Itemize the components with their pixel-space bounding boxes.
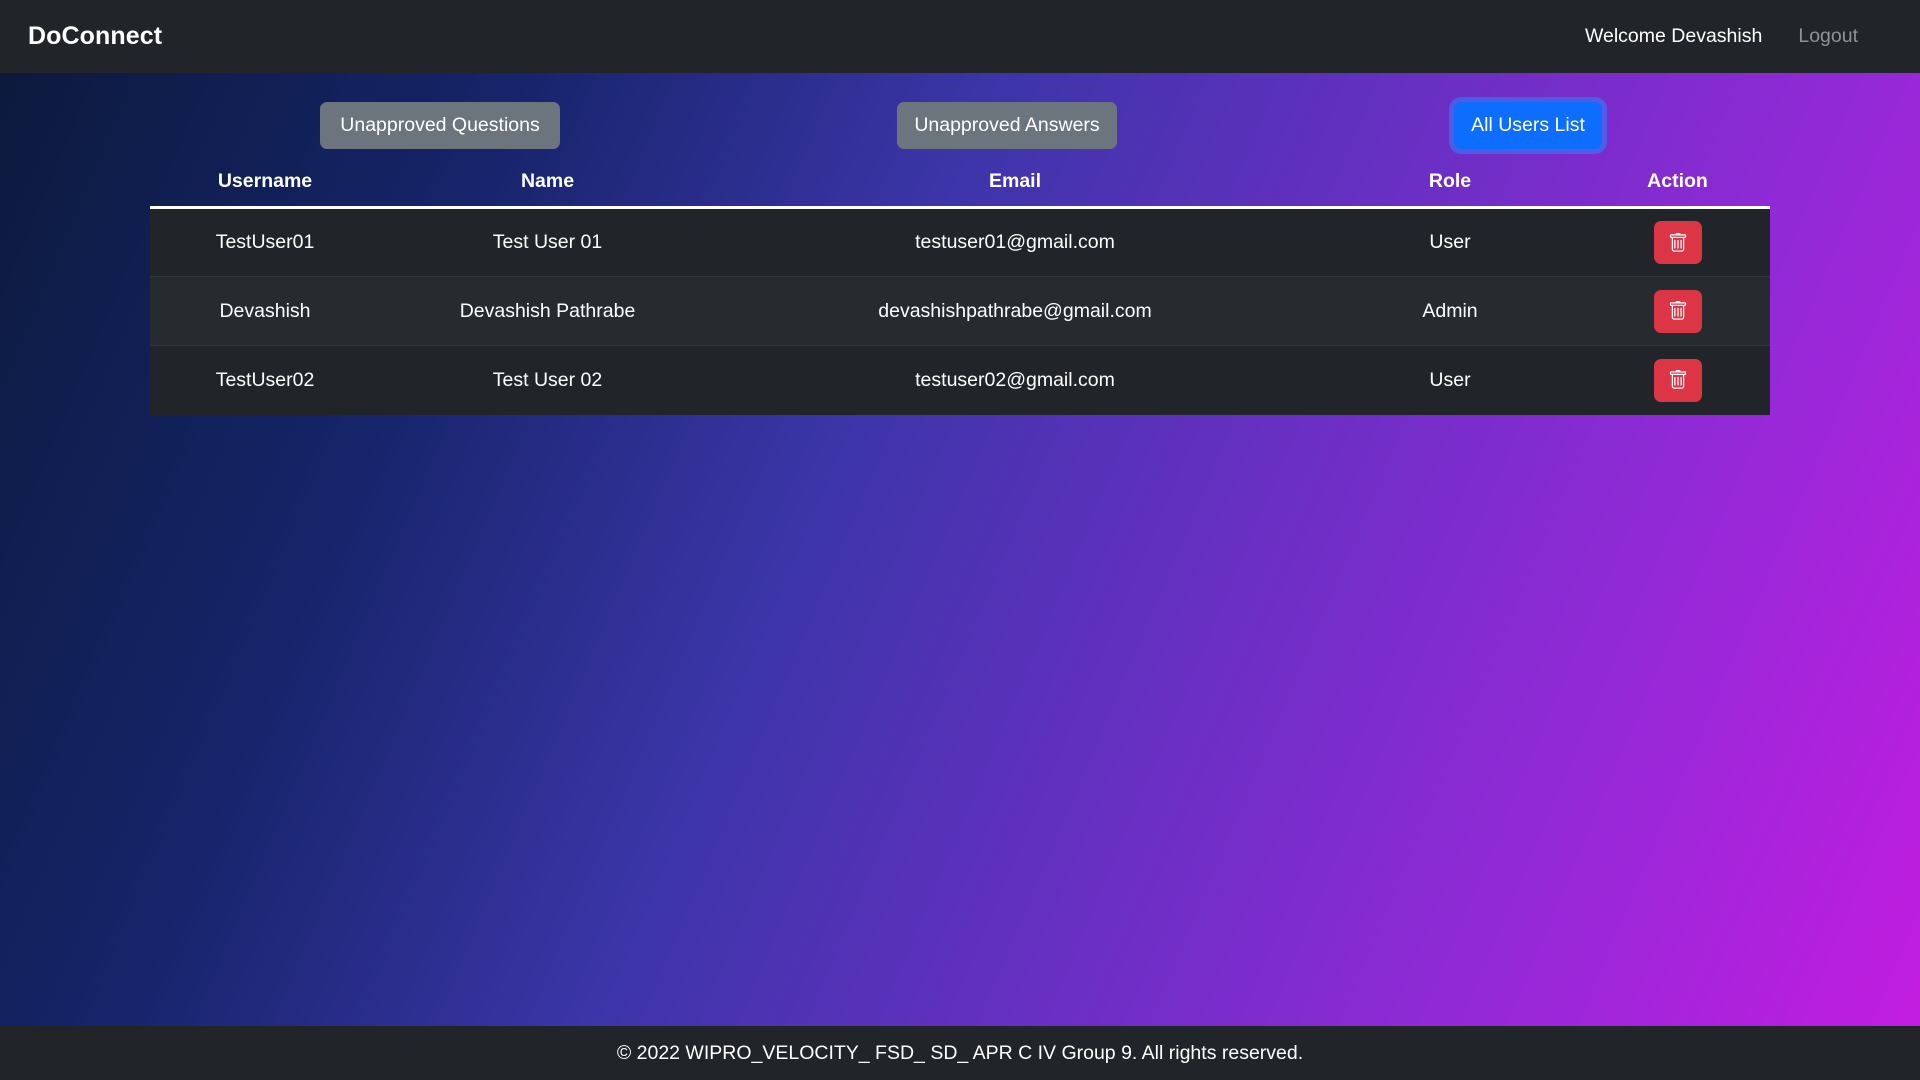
user-cell-name: Devashish Pathrabe xyxy=(380,276,715,346)
user-cell-role: Admin xyxy=(1315,276,1585,346)
admin-toolbar: Unapproved Questions Unapproved Answers … xyxy=(0,102,1920,152)
column-header-username: Username xyxy=(150,170,380,209)
table-row: Devashish Devashish Pathrabe devashishpath… xyxy=(150,276,1770,346)
user-cell-name: Test User 01 xyxy=(380,207,715,277)
unapproved-questions-button[interactable]: Unapproved Questions xyxy=(320,102,560,149)
logout-link[interactable]: Logout xyxy=(1798,25,1858,48)
navbar-right-group: Welcome Devashish Logout xyxy=(1585,25,1858,48)
page-footer: © 2022 WIPRO_VELOCITY_ FSD_ SD_ APR C IV… xyxy=(0,1026,1920,1080)
trash-icon xyxy=(1668,301,1688,321)
users-table-container: Username Name Email Role Action TestUser… xyxy=(150,170,1770,415)
footer-copyright-text: © 2022 WIPRO_VELOCITY_ FSD_ SD_ APR C IV… xyxy=(616,1041,1304,1064)
user-cell-role: User xyxy=(1315,207,1585,277)
user-cell-action xyxy=(1585,345,1770,415)
user-cell-name: Test User 02 xyxy=(380,345,715,415)
table-header-row: Username Name Email Role Action xyxy=(150,170,1770,209)
trash-icon xyxy=(1668,370,1688,390)
top-navbar: DoConnect Welcome Devashish Logout xyxy=(0,0,1920,73)
user-cell-action xyxy=(1585,207,1770,277)
table-row: TestUser01 Test User 01 testuser01@gmail.c… xyxy=(150,207,1770,277)
user-cell-email: devashishpathrabe@gmail.com xyxy=(715,276,1315,346)
delete-user-button[interactable] xyxy=(1653,289,1702,333)
users-table: Username Name Email Role Action TestUser… xyxy=(150,170,1770,415)
all-users-list-button[interactable]: All Users List xyxy=(1454,102,1602,149)
column-header-name: Name xyxy=(380,170,715,209)
user-cell-username: Devashish xyxy=(150,276,380,346)
column-header-role: Role xyxy=(1315,170,1585,209)
user-cell-username: TestUser01 xyxy=(150,207,380,277)
column-header-email: Email xyxy=(715,170,1315,209)
user-cell-username: TestUser02 xyxy=(150,345,380,415)
table-row: TestUser02 Test User 02 testuser02@gmail.c… xyxy=(150,345,1770,415)
unapproved-answers-button[interactable]: Unapproved Answers xyxy=(897,102,1117,149)
brand-logo[interactable]: DoConnect xyxy=(28,22,162,51)
delete-user-button[interactable] xyxy=(1653,358,1702,402)
table-header: Username Name Email Role Action xyxy=(150,170,1770,209)
table-body: TestUser01 Test User 01 testuser01@gmail.c… xyxy=(150,207,1770,415)
user-cell-email: testuser01@gmail.com xyxy=(715,207,1315,277)
delete-user-button[interactable] xyxy=(1653,221,1702,264)
column-header-action: Action xyxy=(1585,170,1770,209)
trash-icon xyxy=(1668,232,1688,253)
user-cell-role: User xyxy=(1315,345,1585,415)
welcome-user-label: Welcome Devashish xyxy=(1584,25,1763,47)
user-cell-email: testuser02@gmail.com xyxy=(715,345,1315,415)
user-cell-action xyxy=(1585,276,1770,346)
